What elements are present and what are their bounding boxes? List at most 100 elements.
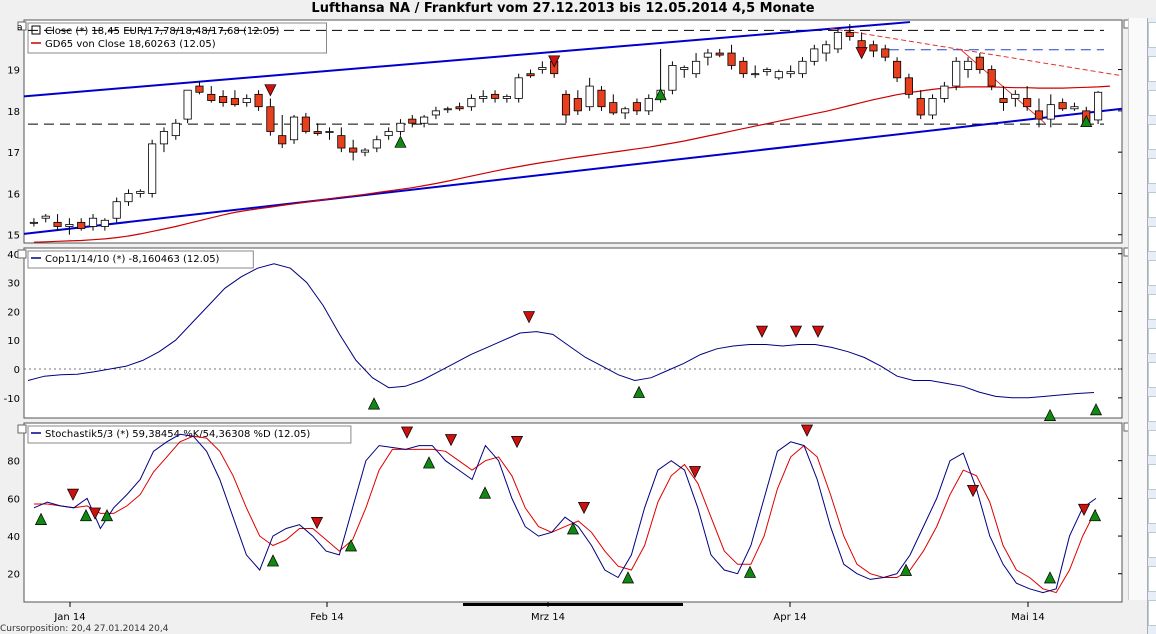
right-panel-cell[interactable] — [1148, 22, 1156, 48]
candle-body — [136, 190, 145, 194]
candle-body — [597, 89, 606, 108]
candle-body — [680, 67, 689, 70]
candle-body — [325, 131, 334, 133]
candle-body — [1034, 110, 1044, 120]
panel-stoch-menu-icon — [17, 424, 27, 434]
candle-body — [715, 52, 724, 56]
vertical-scrollbar[interactable] — [1128, 18, 1147, 600]
candle-body — [266, 106, 275, 132]
right-panel-cell[interactable] — [1148, 294, 1156, 320]
legend-label-price: Close (*) 18,45 EUR/17,78/18,48/17,68 (1… — [45, 26, 279, 37]
candle-body — [786, 71, 795, 75]
right-panel-cell[interactable] — [1148, 362, 1156, 388]
candle-body — [124, 193, 133, 203]
candle-body — [219, 95, 228, 103]
right-panel-cell[interactable] — [1148, 430, 1156, 456]
candle-body — [928, 98, 937, 116]
candle-body — [431, 110, 440, 116]
right-panel-cell[interactable] — [1148, 90, 1156, 116]
candle-body — [384, 131, 393, 137]
candle-body — [1094, 91, 1103, 121]
candle-body — [952, 60, 961, 87]
candle-body — [408, 118, 417, 124]
right-panel-cell[interactable] — [1148, 464, 1156, 490]
candle-body — [514, 77, 523, 99]
candle-body — [41, 215, 50, 219]
cursor-position-text: Cursorposition: 20,4 27.01.2014 20,4 — [0, 624, 169, 634]
candle-body — [467, 98, 476, 108]
legend-label-stoch: Stochastik5/3 (*) 59,38454 %K/54,36308 %… — [45, 429, 310, 440]
x-axis-label: Jan 14 — [53, 612, 85, 623]
y-tick-left-cop: 30 — [7, 279, 20, 290]
right-panel-cell[interactable] — [1148, 158, 1156, 184]
right-panel-cell[interactable] — [1148, 192, 1156, 218]
candle-body — [112, 201, 121, 219]
candle-body — [349, 147, 358, 153]
y-tick-left-price: 18 — [7, 107, 20, 118]
right-panel-cell[interactable] — [1148, 498, 1156, 524]
right-panel-cell[interactable] — [1148, 600, 1156, 626]
candle-body — [53, 221, 62, 227]
x-axis-label: Feb 14 — [310, 612, 344, 623]
candle-body — [479, 95, 488, 99]
candle-body — [987, 69, 996, 87]
candle-body — [609, 102, 618, 114]
candle-body — [692, 60, 701, 75]
candle-body — [822, 44, 831, 54]
candle-body — [703, 52, 712, 58]
candle-body — [455, 106, 464, 110]
y-tick-left-stoch: 80 — [7, 457, 20, 468]
candle-body — [1070, 106, 1079, 110]
candle-body — [999, 98, 1008, 103]
candle-body — [893, 60, 902, 79]
candle-body — [396, 122, 405, 132]
candle-body — [810, 48, 819, 62]
candle-body — [833, 31, 843, 50]
legend-label-price: GD65 von Close 18,60263 (12.05) — [45, 39, 216, 50]
right-panel-cell[interactable] — [1148, 396, 1156, 422]
candle-body — [420, 116, 429, 124]
candle-body — [207, 93, 216, 101]
x-axis-label: Mrz 14 — [531, 612, 565, 623]
panel-stoch-frame — [23, 422, 1123, 603]
y-tick-left-price: 17 — [7, 148, 20, 159]
candle-body — [751, 73, 760, 76]
candle-body — [869, 44, 878, 52]
candle-body — [230, 98, 239, 106]
right-panel-cell[interactable] — [1148, 260, 1156, 286]
candle-body — [573, 98, 582, 112]
right-side-panel[interactable] — [1147, 18, 1156, 634]
candle-body — [1046, 104, 1055, 120]
right-panel-cell[interactable] — [1148, 124, 1156, 150]
y-tick-left-stoch: 60 — [7, 494, 20, 505]
candle-body — [195, 85, 204, 93]
right-panel-cell[interactable] — [1148, 566, 1156, 592]
candle-body — [727, 52, 736, 66]
right-panel-cell[interactable] — [1148, 226, 1156, 252]
right-panel-cell[interactable] — [1148, 328, 1156, 354]
candle-body — [254, 93, 263, 108]
y-tick-left-price: 16 — [7, 189, 20, 200]
y-tick-left-stoch: 20 — [7, 570, 20, 581]
candle-body — [561, 93, 571, 116]
candle-body — [904, 77, 913, 95]
candle-body — [88, 217, 98, 227]
panel-cop-frame — [23, 247, 1123, 419]
candle-body — [171, 122, 180, 137]
candle-body — [798, 60, 807, 75]
x-axis-label: Apr 14 — [773, 612, 806, 623]
candle-body — [916, 98, 925, 116]
candle-body — [443, 108, 452, 111]
right-panel-cell[interactable] — [1148, 532, 1156, 558]
candle-body — [100, 219, 109, 227]
candle-body — [65, 224, 74, 227]
candle-body — [360, 149, 370, 153]
right-panel-cell[interactable] — [1148, 56, 1156, 82]
candle-body — [963, 60, 973, 70]
chart-svg[interactable]: 15151616171718181919Close (*) 18,45 EUR/… — [0, 0, 1128, 634]
candle-body — [278, 135, 287, 145]
panel-corner-label: a — [17, 23, 23, 33]
candle-body — [632, 102, 642, 112]
candle-body — [372, 139, 381, 149]
candle-body — [621, 108, 630, 114]
